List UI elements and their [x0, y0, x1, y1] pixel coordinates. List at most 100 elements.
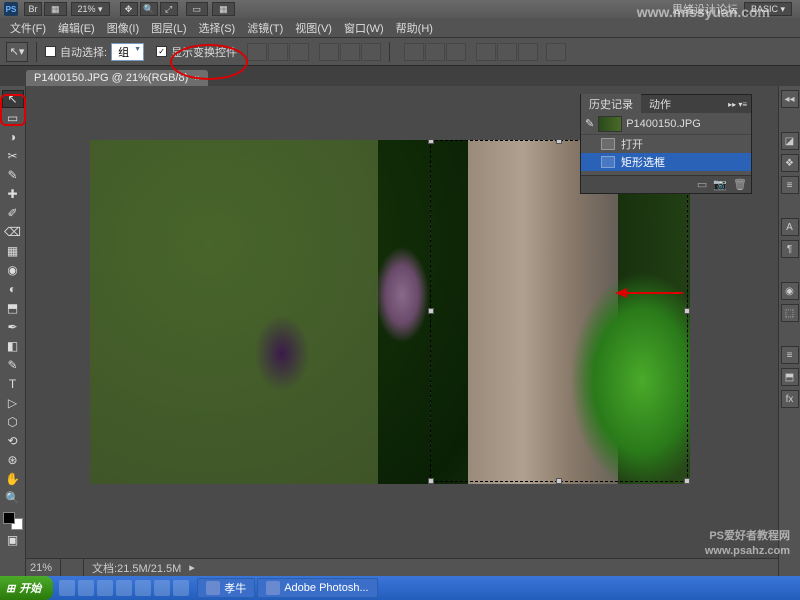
adjustments-panel-icon[interactable]: ◉	[781, 282, 799, 300]
expand-dock-icon[interactable]: ◂◂	[781, 90, 799, 108]
layers-panel-icon[interactable]: ≡	[781, 346, 799, 364]
start-button[interactable]: ⊞ 开始	[0, 576, 53, 600]
ql-icon-7[interactable]	[173, 580, 189, 596]
hand-tool[interactable]: ✋	[2, 470, 24, 488]
status-zoom[interactable]: 21%	[30, 562, 52, 574]
panel-menu-icon[interactable]: ▸▸ ▾≡	[724, 100, 751, 109]
lasso-tool[interactable]: ◑	[2, 128, 24, 146]
history-row-open[interactable]: 打开	[581, 135, 751, 153]
move-tool[interactable]: ↖	[2, 90, 24, 108]
history-brush-tool[interactable]: ◉	[2, 261, 24, 279]
quick-select-tool[interactable]: ✂	[2, 147, 24, 165]
eyedropper-tool[interactable]: ✚	[2, 185, 24, 203]
taskbar-item-2[interactable]: Adobe Photosh...	[257, 578, 377, 598]
dist-top[interactable]	[404, 43, 424, 61]
auto-select-combo[interactable]: 组	[111, 43, 144, 61]
history-row-marquee[interactable]: 矩形选框	[581, 153, 751, 171]
quickmask-toggle[interactable]: ▣	[2, 531, 24, 549]
menu-window[interactable]: 窗口(W)	[338, 18, 390, 38]
dist-right[interactable]	[518, 43, 538, 61]
ql-icon-1[interactable]	[59, 580, 75, 596]
paths-panel-icon[interactable]: fx	[781, 390, 799, 408]
crop-tool[interactable]: ✎	[2, 166, 24, 184]
type-tool[interactable]: T	[2, 375, 24, 393]
bridge-button[interactable]: Br	[24, 2, 42, 16]
handle-mr[interactable]	[684, 308, 690, 314]
ql-icon-6[interactable]	[154, 580, 170, 596]
align-bottom[interactable]	[289, 43, 309, 61]
ql-icon-5[interactable]	[135, 580, 151, 596]
align-hcenter[interactable]	[340, 43, 360, 61]
menu-layer[interactable]: 图层(L)	[145, 18, 192, 38]
move-tool-indicator[interactable]: ↖▾	[6, 42, 28, 62]
masks-panel-icon[interactable]: ⬚	[781, 304, 799, 322]
zoom-tool[interactable]: 🔍	[2, 489, 24, 507]
zoom-tool-icon[interactable]: 🔍	[140, 2, 158, 16]
styles-panel-icon[interactable]: ≡	[781, 176, 799, 194]
brush-tool[interactable]: ⌫	[2, 223, 24, 241]
3d-camera-tool[interactable]: ⊛	[2, 451, 24, 469]
close-tab-icon[interactable]: ×	[194, 73, 199, 83]
menu-file[interactable]: 文件(F)	[4, 18, 52, 38]
healing-tool[interactable]: ✐	[2, 204, 24, 222]
handle-tl[interactable]	[428, 140, 434, 144]
handle-ml[interactable]	[428, 308, 434, 314]
ql-icon-2[interactable]	[78, 580, 94, 596]
ql-icon-3[interactable]	[97, 580, 113, 596]
zoom-dropdown[interactable]: 21% ▾	[71, 2, 110, 16]
dist-bottom[interactable]	[446, 43, 466, 61]
canvas-area[interactable]: 历史记录 动作 ▸▸ ▾≡ ✎ P1400150.JPG 打开 矩形选框 ▭ 📷	[26, 86, 778, 576]
paragraph-panel-icon[interactable]: ¶	[781, 240, 799, 258]
stamp-tool[interactable]: ▦	[2, 242, 24, 260]
dist-left[interactable]	[476, 43, 496, 61]
view-layout-dropdown[interactable]: ▦	[44, 2, 67, 16]
status-docinfo[interactable]: 文档:21.5M/21.5M	[92, 560, 181, 576]
menu-edit[interactable]: 编辑(E)	[52, 18, 101, 38]
marquee-tool[interactable]: ▭	[2, 109, 24, 127]
ql-icon-4[interactable]	[116, 580, 132, 596]
path-select-tool[interactable]: ▷	[2, 394, 24, 412]
status-arrow-icon[interactable]: ▸	[189, 561, 195, 574]
eraser-tool[interactable]: ◐	[2, 280, 24, 298]
document-tab[interactable]: P1400150.JPG @ 21%(RGB/8) ×	[26, 70, 208, 86]
blur-tool[interactable]: ✒	[2, 318, 24, 336]
align-left[interactable]	[319, 43, 339, 61]
show-transform-checkbox[interactable]: ✓	[156, 46, 167, 57]
new-snapshot-icon[interactable]: 📷	[713, 178, 727, 191]
dist-hcenter[interactable]	[497, 43, 517, 61]
handle-bc[interactable]	[556, 478, 562, 484]
shape-tool[interactable]: ⬡	[2, 413, 24, 431]
auto-select-checkbox[interactable]	[45, 46, 56, 57]
menu-view[interactable]: 视图(V)	[289, 18, 338, 38]
rotate-view-icon[interactable]: ⤢	[160, 2, 178, 16]
swatches-panel-icon[interactable]: ❖	[781, 154, 799, 172]
color-panel-icon[interactable]: ◪	[781, 132, 799, 150]
new-doc-from-state-icon[interactable]: ▭	[697, 178, 707, 191]
align-vcenter[interactable]	[268, 43, 288, 61]
align-right[interactable]	[361, 43, 381, 61]
handle-br[interactable]	[684, 478, 690, 484]
menu-image[interactable]: 图像(I)	[101, 18, 145, 38]
handle-bl[interactable]	[428, 478, 434, 484]
color-swatch[interactable]	[3, 512, 23, 530]
gradient-tool[interactable]: ⬒	[2, 299, 24, 317]
menu-select[interactable]: 选择(S)	[193, 18, 242, 38]
pen-tool[interactable]: ✎	[2, 356, 24, 374]
tab-actions[interactable]: 动作	[641, 94, 679, 114]
history-snapshot[interactable]: ✎ P1400150.JPG	[581, 113, 751, 135]
menu-filter[interactable]: 滤镜(T)	[241, 18, 289, 38]
dodge-tool[interactable]: ◧	[2, 337, 24, 355]
align-top[interactable]	[247, 43, 267, 61]
channels-panel-icon[interactable]: ⬒	[781, 368, 799, 386]
hand-tool-icon[interactable]: ✥	[120, 2, 138, 16]
screen-mode-dropdown[interactable]: ▭	[186, 2, 209, 16]
taskbar-item-1[interactable]: 孝牛	[197, 578, 255, 598]
tab-history[interactable]: 历史记录	[581, 94, 641, 114]
arrange-dropdown[interactable]: ▦	[212, 2, 235, 16]
menu-help[interactable]: 帮助(H)	[390, 18, 439, 38]
dist-vcenter[interactable]	[425, 43, 445, 61]
handle-tc[interactable]	[556, 140, 562, 144]
character-panel-icon[interactable]: A	[781, 218, 799, 236]
auto-align[interactable]	[546, 43, 566, 61]
trash-icon[interactable]: 🗑	[733, 178, 747, 191]
